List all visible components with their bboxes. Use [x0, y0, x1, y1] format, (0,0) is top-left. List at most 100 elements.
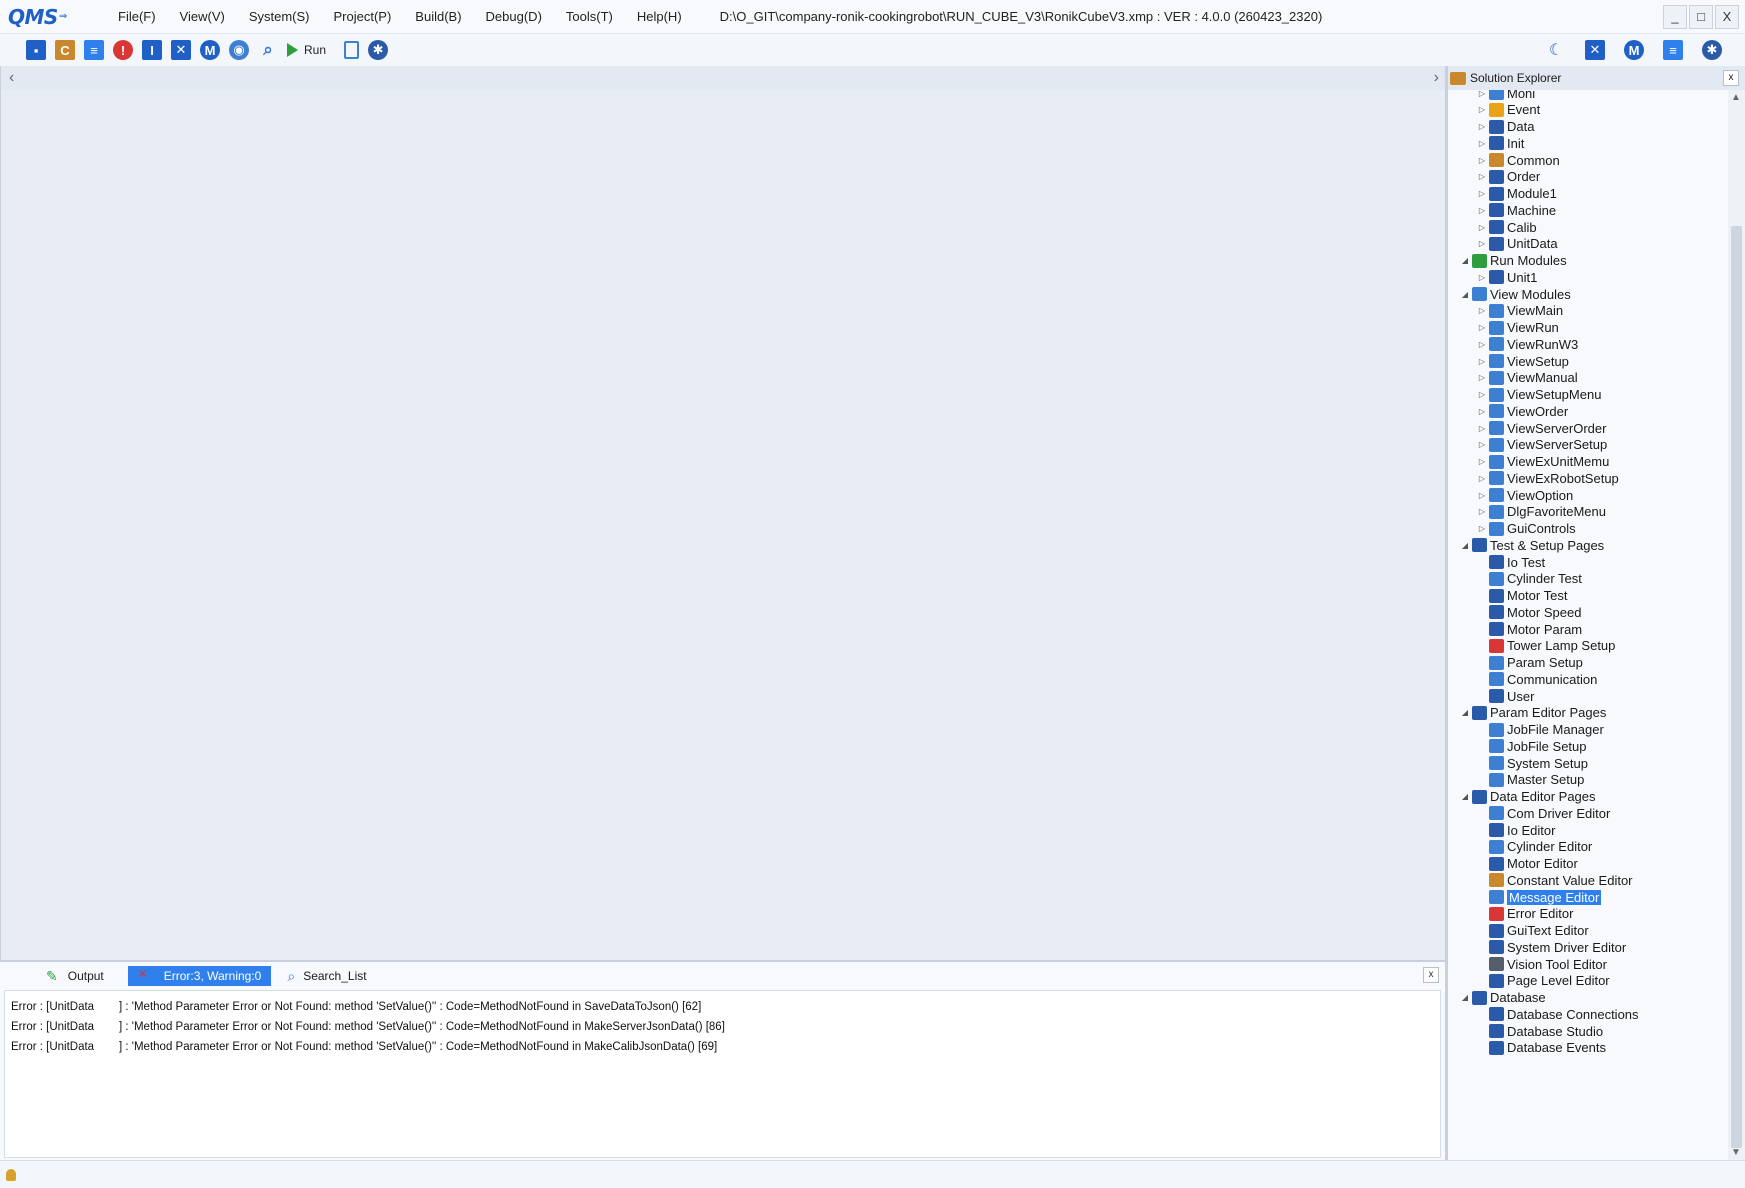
tree-node-unitdata[interactable]: ▷ UnitData [1475, 235, 1558, 253]
expand-arrow-icon[interactable]: ▷ [1475, 424, 1489, 433]
tree-node-vieworder[interactable]: ▷ ViewOrder [1475, 402, 1568, 420]
menu-item-tools[interactable]: Tools(T) [554, 0, 625, 34]
tree-node-database-connections[interactable]: Database Connections [1475, 1005, 1639, 1023]
collapse-arrow-icon[interactable]: ◢ [1458, 290, 1472, 299]
tree-node-viewoption[interactable]: ▷ ViewOption [1475, 486, 1573, 504]
run-button[interactable]: Run [287, 43, 326, 57]
io-icon[interactable]: ✕ [171, 40, 191, 60]
tree-node-viewserversetup[interactable]: ▷ ViewServerSetup [1475, 436, 1607, 454]
scrollbar-thumb[interactable] [1731, 226, 1742, 1148]
tree-node-io-editor[interactable]: Io Editor [1475, 821, 1555, 839]
expand-arrow-icon[interactable]: ▷ [1475, 491, 1489, 500]
tree-node-guicontrols[interactable]: ▷ GuiControls [1475, 520, 1576, 538]
expand-arrow-icon[interactable]: ▷ [1475, 474, 1489, 483]
tree-node-param-setup[interactable]: Param Setup [1475, 654, 1583, 672]
theme-moon-icon[interactable]: ☾ [1546, 40, 1566, 60]
menu-item-help[interactable]: Help(H) [625, 0, 694, 34]
expand-arrow-icon[interactable]: ▷ [1475, 306, 1489, 315]
tree-node-viewsetupmenu[interactable]: ▷ ViewSetupMenu [1475, 386, 1602, 404]
save-icon[interactable]: ▪ [26, 40, 46, 60]
menu-item-system[interactable]: System(S) [237, 0, 322, 34]
notification-bell-icon[interactable] [6, 1169, 16, 1181]
explorer-scrollbar[interactable]: ▲ ▼ [1728, 90, 1745, 1160]
expand-arrow-icon[interactable]: ▷ [1475, 524, 1489, 533]
tree-node-run-modules[interactable]: ◢ Run Modules [1458, 252, 1567, 270]
document-run-icon[interactable] [344, 41, 360, 59]
expand-arrow-icon[interactable]: ▷ [1475, 139, 1489, 148]
menu-item-view[interactable]: View(V) [168, 0, 237, 34]
tree-node-jobfile-setup[interactable]: JobFile Setup [1475, 737, 1587, 755]
io-icon[interactable]: ✕ [1585, 40, 1605, 60]
tree-node-jobfile-manager[interactable]: JobFile Manager [1475, 721, 1604, 739]
tab-output[interactable]: ✎ Output [40, 966, 118, 986]
tree-node-machine[interactable]: ▷ Machine [1475, 201, 1556, 219]
expand-arrow-icon[interactable]: ▷ [1475, 457, 1489, 466]
error-row[interactable]: Error : [UnitData] : 'Method Parameter E… [11, 997, 1434, 1017]
tree-node-viewsetup[interactable]: ▷ ViewSetup [1475, 352, 1569, 370]
tree-node-cylinder-editor[interactable]: Cylinder Editor [1475, 838, 1592, 856]
tree-node-database-studio[interactable]: Database Studio [1475, 1022, 1603, 1040]
expand-arrow-icon[interactable]: ▷ [1475, 172, 1489, 181]
tree-node-motor-speed[interactable]: Motor Speed [1475, 603, 1581, 621]
motor-icon[interactable]: M [200, 40, 220, 60]
constant-icon[interactable]: C [55, 40, 75, 60]
scroll-right-chevron-icon[interactable]: › [1434, 69, 1439, 87]
database-icon[interactable]: ◉ [229, 40, 249, 60]
expand-arrow-icon[interactable]: ▷ [1475, 206, 1489, 215]
tree-node-data-editor-pages[interactable]: ◢ Data Editor Pages [1458, 788, 1596, 806]
menu-item-file[interactable]: File(F) [106, 0, 168, 34]
tree-node-message-editor[interactable]: Message Editor [1475, 888, 1602, 906]
expand-arrow-icon[interactable]: ▷ [1475, 105, 1489, 114]
expand-arrow-icon[interactable]: ▷ [1475, 373, 1489, 382]
error-icon[interactable]: ! [113, 40, 133, 60]
tab-errors[interactable]: ✕ Error:3, Warning:0 [127, 966, 272, 986]
expand-arrow-icon[interactable]: ▷ [1475, 239, 1489, 248]
tree-node-master-setup[interactable]: Master Setup [1475, 771, 1584, 789]
tree-node-order[interactable]: ▷ Order [1475, 168, 1540, 186]
expand-arrow-icon[interactable]: ▷ [1475, 122, 1489, 131]
tree-node-communication[interactable]: Communication [1475, 670, 1597, 688]
tree-node-database-events[interactable]: Database Events [1475, 1039, 1606, 1057]
error-row[interactable]: Error : [UnitData] : 'Method Parameter E… [11, 1017, 1434, 1037]
tree-node-unit1[interactable]: ▷ Unit1 [1475, 268, 1537, 286]
tab-search-list[interactable]: ⌕ Search_List [281, 966, 380, 986]
expand-arrow-icon[interactable]: ▷ [1475, 223, 1489, 232]
editor-area[interactable]: ‹ › [0, 66, 1447, 960]
tree-node-page-level-editor[interactable]: Page Level Editor [1475, 972, 1610, 990]
tree-node-data[interactable]: ▷ Data [1475, 118, 1535, 136]
expand-arrow-icon[interactable]: ▷ [1475, 340, 1489, 349]
collapse-arrow-icon[interactable]: ◢ [1458, 993, 1472, 1002]
tree-node-common[interactable]: ▷ Common [1475, 151, 1560, 169]
tree-node-dlgfavoritemenu[interactable]: ▷ DlgFavoriteMenu [1475, 503, 1606, 521]
tree-node-io-test[interactable]: Io Test [1475, 553, 1545, 571]
collapse-arrow-icon[interactable]: ◢ [1458, 708, 1472, 717]
scroll-up-icon[interactable]: ▲ [1731, 92, 1741, 103]
menu-item-debug[interactable]: Debug(D) [474, 0, 554, 34]
collapse-arrow-icon[interactable]: ◢ [1458, 256, 1472, 265]
tree-node-motor-test[interactable]: Motor Test [1475, 587, 1567, 605]
search-icon[interactable]: ⌕ [258, 40, 278, 60]
document-icon[interactable]: ≡ [1663, 40, 1683, 60]
maximize-button[interactable]: □ [1689, 5, 1713, 29]
tree-node-constant-value-editor[interactable]: Constant Value Editor [1475, 871, 1633, 889]
tree-node-viewmanual[interactable]: ▷ ViewManual [1475, 369, 1578, 387]
minimize-button[interactable]: _ [1663, 5, 1687, 29]
menu-item-build[interactable]: Build(B) [403, 0, 473, 34]
tree-node-database[interactable]: ◢ Database [1458, 989, 1546, 1007]
tree-node-viewserverorder[interactable]: ▷ ViewServerOrder [1475, 419, 1607, 437]
expand-arrow-icon[interactable]: ▷ [1475, 156, 1489, 165]
tree-node-view-modules[interactable]: ◢ View Modules [1458, 285, 1571, 303]
tree-node-error-editor[interactable]: Error Editor [1475, 905, 1573, 923]
guitext-icon[interactable]: I [142, 40, 162, 60]
scroll-left-chevron-icon[interactable]: ‹ [9, 69, 14, 87]
menu-item-project[interactable]: Project(P) [322, 0, 404, 34]
collapse-arrow-icon[interactable]: ◢ [1458, 792, 1472, 801]
tree-node-system-driver-editor[interactable]: System Driver Editor [1475, 938, 1626, 956]
scroll-down-icon[interactable]: ▼ [1731, 1147, 1741, 1158]
expand-arrow-icon[interactable]: ▷ [1475, 407, 1489, 416]
expand-arrow-icon[interactable]: ▷ [1475, 440, 1489, 449]
tree-node-com-driver-editor[interactable]: Com Driver Editor [1475, 804, 1610, 822]
tree-node-calib[interactable]: ▷ Calib [1475, 218, 1537, 236]
tree-node-user[interactable]: User [1475, 687, 1534, 705]
tree-node-viewrun[interactable]: ▷ ViewRun [1475, 319, 1559, 337]
